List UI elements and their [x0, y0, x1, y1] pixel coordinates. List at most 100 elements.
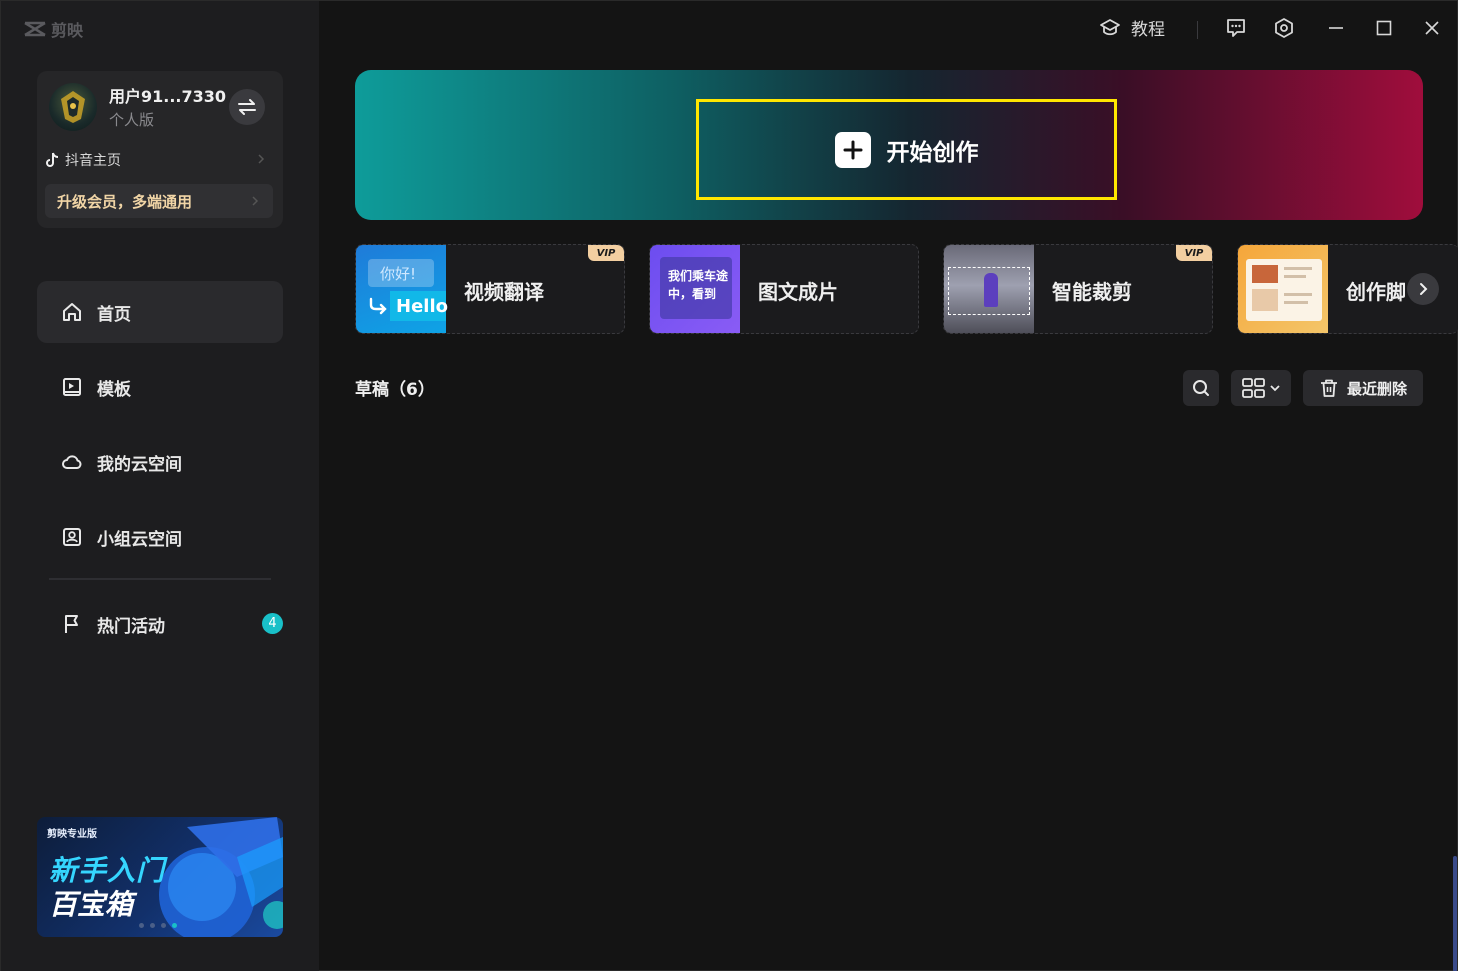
sidebar-item-hot-events[interactable]: 热门活动 4: [37, 593, 283, 655]
vip-badge: VIP: [1176, 245, 1212, 261]
search-drafts-button[interactable]: [1183, 370, 1219, 406]
banner-subheadline: 百宝箱: [49, 888, 134, 921]
beginner-guide-banner[interactable]: 剪映专业版 新手入门 百宝箱: [37, 817, 283, 937]
home-icon: [63, 303, 81, 321]
drafts-title: 草稿（6）: [355, 380, 435, 400]
start-creating-button[interactable]: 开始创作: [696, 99, 1117, 200]
tiktok-icon: [46, 152, 59, 167]
thumb-text: 中，看到: [668, 287, 717, 301]
sheet-image: [1252, 265, 1278, 283]
minimize-button[interactable]: [1323, 15, 1349, 41]
feature-carousel-next-button[interactable]: [1407, 273, 1439, 305]
title-bar: 教程: [319, 1, 1458, 57]
upgrade-vip-button[interactable]: 升级会员，多端通用: [45, 184, 273, 218]
douyin-homepage-link[interactable]: 抖音主页: [45, 149, 267, 171]
sheet-line: [1284, 301, 1308, 304]
title-bar-separator: [1197, 21, 1198, 39]
chevron-down-icon: [1270, 385, 1280, 392]
banner-brand: 剪映专业版: [47, 829, 97, 840]
thumb-text: 我们乘车途: [668, 269, 729, 283]
feature-card-smart-crop[interactable]: 智能裁剪 VIP: [943, 244, 1213, 334]
user-card: 用户91...7330 个人版 抖音主页 升级会员，多端通用: [37, 71, 283, 228]
chevron-right-icon: [1420, 283, 1428, 295]
carousel-dot[interactable]: [150, 923, 155, 928]
carousel-dot[interactable]: [139, 923, 144, 928]
skater-figure: [984, 273, 998, 307]
thumb-text: Hello: [390, 291, 448, 321]
douyin-label: 抖音主页: [65, 153, 121, 169]
smart-crop-thumbnail: [944, 245, 1034, 333]
flag-icon: [65, 615, 78, 633]
feature-label: 视频翻译: [464, 279, 544, 304]
feedback-button[interactable]: [1223, 15, 1249, 41]
cloud-icon: [62, 455, 82, 469]
carousel-dot-active[interactable]: [172, 923, 177, 928]
feature-label: 智能裁剪: [1052, 279, 1132, 304]
feature-card-video-translate[interactable]: 你好! Hello 视频翻译 VIP: [355, 244, 625, 334]
sidebar-item-label: 热门活动: [97, 616, 165, 637]
sidebar-item-label: 首页: [97, 304, 131, 325]
sidebar-item-label: 模板: [97, 379, 131, 400]
close-button[interactable]: [1419, 15, 1445, 41]
carousel-dots: [139, 923, 177, 928]
carousel-dot[interactable]: [161, 923, 166, 928]
sheet-line: [1284, 275, 1306, 278]
template-icon: [63, 378, 81, 396]
switch-account-button[interactable]: [229, 89, 265, 125]
swap-icon: [238, 99, 256, 115]
start-creating-label: 开始创作: [886, 139, 979, 166]
avatar-emblem-icon: [61, 91, 85, 123]
app-logo: 剪映: [23, 17, 83, 41]
settings-button[interactable]: [1271, 15, 1297, 41]
arrow-return-icon: [369, 297, 387, 315]
sidebar-item-label: 小组云空间: [97, 529, 182, 550]
minimize-icon: [1329, 27, 1343, 29]
chevron-right-icon: [252, 196, 259, 206]
sidebar-item-templates[interactable]: 模板: [37, 356, 283, 418]
close-icon: [1425, 21, 1439, 35]
group-space-icon: [63, 528, 81, 546]
window-edge-accent: [1453, 856, 1457, 971]
app-window: 剪映 用户91...7330 个人版 抖音主页 升级会员，多端通用 首页 模板 …: [0, 0, 1458, 971]
sidebar-item-label: 我的云空间: [97, 454, 182, 475]
feature-label: 图文成片: [758, 279, 838, 304]
avatar[interactable]: [49, 83, 97, 131]
feature-label: 创作脚: [1346, 279, 1406, 304]
trash-icon: [1320, 379, 1337, 397]
sidebar-item-group-cloud[interactable]: 小组云空间: [37, 506, 283, 568]
thumb-text: 你好!: [368, 259, 434, 287]
maximize-button[interactable]: [1371, 15, 1397, 41]
sheet-image: [1252, 289, 1278, 311]
message-icon: [1227, 19, 1245, 37]
maximize-icon: [1376, 20, 1392, 36]
user-name: 用户91...7330: [109, 87, 227, 106]
tutorial-label: 教程: [1131, 20, 1165, 40]
view-mode-dropdown[interactable]: [1231, 370, 1291, 406]
thumb-text-box: 我们乘车途 中，看到: [660, 257, 732, 319]
app-logo-text: 剪映: [51, 21, 84, 40]
user-plan: 个人版: [109, 111, 155, 129]
plus-icon: [834, 131, 871, 168]
recently-deleted-button[interactable]: 最近删除: [1303, 370, 1423, 406]
video-translate-thumbnail: 你好! Hello: [356, 245, 448, 333]
text-to-video-thumbnail: 我们乘车途 中，看到: [650, 245, 740, 333]
sheet-line: [1284, 267, 1312, 270]
sidebar-item-my-cloud[interactable]: 我的云空间: [37, 431, 283, 493]
sidebar: 剪映 用户91...7330 个人版 抖音主页 升级会员，多端通用 首页 模板 …: [1, 1, 319, 971]
script-thumbnail: [1238, 245, 1328, 333]
capcut-logo-icon: [24, 21, 46, 37]
sidebar-divider: [49, 578, 271, 580]
recently-deleted-label: 最近删除: [1346, 379, 1407, 398]
sheet-line: [1284, 293, 1312, 296]
notification-badge: 4: [262, 613, 283, 634]
feature-card-text-to-video[interactable]: 我们乘车途 中，看到 图文成片: [649, 244, 919, 334]
grid-view-icon: [1242, 378, 1265, 398]
sidebar-item-home[interactable]: 首页: [37, 281, 283, 343]
search-icon: [1193, 380, 1209, 396]
upgrade-vip-label: 升级会员，多端通用: [57, 192, 193, 211]
script-sheet: [1246, 259, 1322, 321]
graduation-cap-icon: [1100, 18, 1120, 35]
vip-badge: VIP: [588, 245, 624, 261]
gear-icon: [1275, 18, 1293, 38]
tutorial-button[interactable]: 教程: [1099, 15, 1165, 40]
